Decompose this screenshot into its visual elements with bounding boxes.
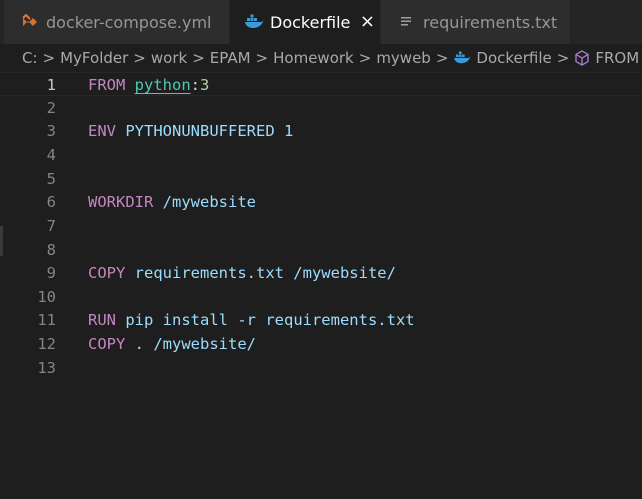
code-line[interactable]: 8 xyxy=(0,238,642,262)
tab-bar: docker-compose.yml Dockerfile × requirem… xyxy=(0,0,642,44)
code-line[interactable]: 4 xyxy=(0,143,642,167)
text-file-icon xyxy=(397,12,417,32)
code-line[interactable]: 11 RUN pip install -r requirements.txt xyxy=(0,308,642,332)
colon: : xyxy=(190,76,201,94)
docker-whale-icon xyxy=(453,51,471,65)
line-number: 5 xyxy=(46,170,56,188)
breadcrumb-item[interactable]: work xyxy=(151,49,187,67)
breadcrumb-item[interactable]: C: xyxy=(22,49,38,67)
line-number: 13 xyxy=(37,359,56,377)
chevron-right-icon: > xyxy=(255,49,269,67)
code-line[interactable]: 3 ENV PYTHONUNBUFFERED 1 xyxy=(0,119,642,143)
line-number: 7 xyxy=(46,217,56,235)
keyword: COPY xyxy=(88,264,126,282)
code-line[interactable]: 2 xyxy=(0,96,642,120)
line-number: 2 xyxy=(46,99,56,117)
chevron-right-icon: > xyxy=(358,49,372,67)
code-line[interactable]: 10 xyxy=(0,285,642,309)
code-line[interactable]: 12 COPY . /mywebsite/ xyxy=(0,332,642,356)
image-tag: 3 xyxy=(200,76,210,94)
code-line[interactable]: 13 xyxy=(0,356,642,380)
tab-label: requirements.txt xyxy=(423,12,558,32)
tab-label: docker-compose.yml xyxy=(46,12,212,32)
arguments: /mywebsite xyxy=(162,193,256,211)
yaml-file-icon xyxy=(20,12,40,32)
line-content: COPY requirements.txt /mywebsite/ xyxy=(88,261,396,285)
code-line[interactable]: 1 FROM python:3 xyxy=(0,72,642,96)
keyword: COPY xyxy=(88,335,126,353)
close-icon[interactable]: × xyxy=(358,13,376,31)
image-name: python xyxy=(134,76,191,94)
line-number: 8 xyxy=(46,241,56,259)
line-content: RUN pip install -r requirements.txt xyxy=(88,308,415,332)
tab-label: Dockerfile xyxy=(270,12,351,32)
line-number: 1 xyxy=(46,76,56,94)
arguments: . /mywebsite/ xyxy=(134,335,256,353)
keyword: RUN xyxy=(88,311,116,329)
cube-symbol-icon xyxy=(574,50,590,66)
breadcrumb-item[interactable]: EPAM xyxy=(210,49,251,67)
arguments: PYTHONUNBUFFERED 1 xyxy=(125,122,294,140)
code-line[interactable]: 6 WORKDIR /mywebsite xyxy=(0,190,642,214)
line-content: WORKDIR /mywebsite xyxy=(88,190,256,214)
chevron-right-icon: > xyxy=(42,49,56,67)
line-number: 3 xyxy=(46,122,56,140)
arguments: requirements.txt /mywebsite/ xyxy=(134,264,396,282)
code-line[interactable]: 5 xyxy=(0,167,642,191)
keyword: FROM xyxy=(88,76,126,94)
chevron-right-icon: > xyxy=(192,49,205,67)
line-number: 11 xyxy=(37,311,56,329)
chevron-right-icon: > xyxy=(435,49,449,67)
line-content: ENV PYTHONUNBUFFERED 1 xyxy=(88,119,293,143)
keyword: WORKDIR xyxy=(88,193,154,211)
tab-requirements[interactable]: requirements.txt xyxy=(381,0,570,44)
chevron-right-icon: > xyxy=(133,49,146,67)
breadcrumb-item[interactable]: Dockerfile xyxy=(476,49,551,67)
breadcrumb: C: > MyFolder > work > EPAM > Homework >… xyxy=(0,44,642,72)
code-line[interactable]: 9 COPY requirements.txt /mywebsite/ xyxy=(0,261,642,285)
tab-dockerfile[interactable]: Dockerfile × xyxy=(230,0,380,44)
line-content: FROM python:3 xyxy=(88,73,209,97)
breadcrumb-item[interactable]: FROM xyxy=(595,49,639,67)
line-number: 6 xyxy=(46,193,56,211)
breadcrumb-item[interactable]: MyFolder xyxy=(60,49,128,67)
keyword: ENV xyxy=(88,122,116,140)
line-number: 4 xyxy=(46,146,56,164)
line-number: 9 xyxy=(46,264,56,282)
code-editor[interactable]: 1 FROM python:3 2 3 ENV PYTHONUNBUFFERED… xyxy=(0,72,642,499)
arguments: pip install -r requirements.txt xyxy=(125,311,415,329)
tab-docker-compose[interactable]: docker-compose.yml xyxy=(4,0,229,44)
line-number: 10 xyxy=(37,288,56,306)
docker-whale-icon xyxy=(244,12,264,32)
breadcrumb-item[interactable]: myweb xyxy=(376,49,431,67)
breadcrumb-item[interactable]: Homework xyxy=(273,49,354,67)
chevron-right-icon: > xyxy=(556,49,570,67)
line-number: 12 xyxy=(37,335,56,353)
code-line[interactable]: 7 xyxy=(0,214,642,238)
line-content: COPY . /mywebsite/ xyxy=(88,332,256,356)
